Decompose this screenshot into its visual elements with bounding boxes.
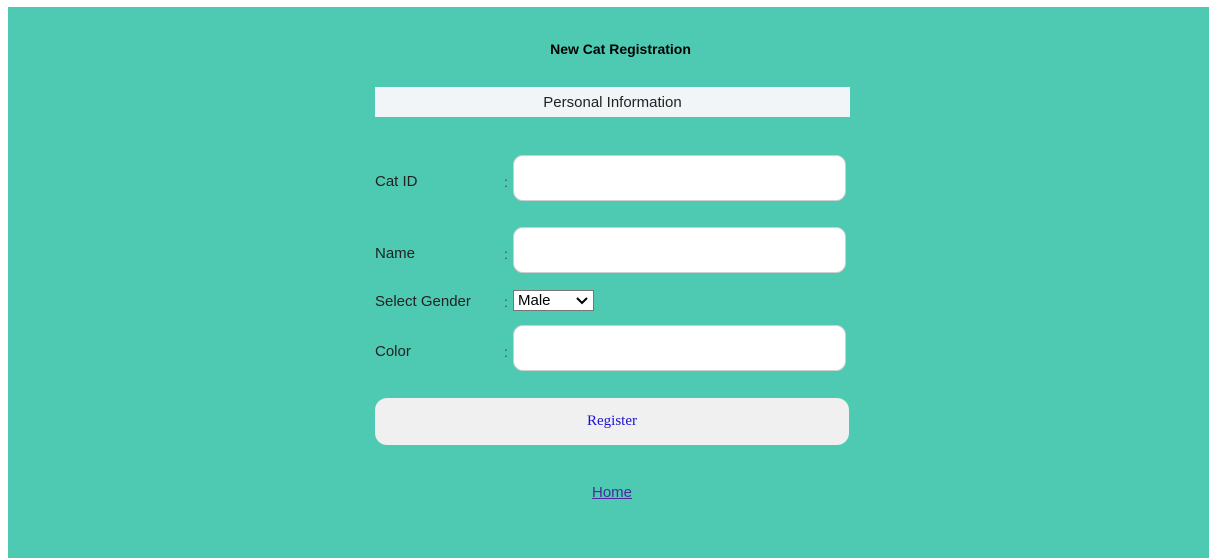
registration-page: New Cat Registration Personal Informatio…	[8, 7, 1209, 558]
gender-label: Select Gender	[375, 293, 471, 310]
register-button[interactable]: Register	[375, 398, 849, 445]
cat-id-input[interactable]	[513, 155, 846, 201]
color-label: Color	[375, 343, 411, 360]
cat-id-colon: :	[504, 174, 508, 190]
color-input[interactable]	[513, 325, 846, 371]
section-title: Personal Information	[543, 93, 682, 111]
name-colon: :	[504, 246, 508, 262]
gender-colon: :	[504, 294, 508, 310]
cat-id-label: Cat ID	[375, 173, 418, 190]
section-header: Personal Information	[375, 87, 850, 117]
chevron-down-icon	[576, 296, 588, 304]
home-link[interactable]: Home	[383, 484, 841, 501]
page-title: New Cat Registration	[550, 41, 691, 57]
name-label: Name	[375, 245, 416, 262]
name-input[interactable]	[513, 227, 846, 273]
color-colon: :	[504, 344, 508, 360]
gender-selected-value: Male	[518, 292, 551, 309]
gender-select[interactable]: Male	[513, 290, 594, 311]
